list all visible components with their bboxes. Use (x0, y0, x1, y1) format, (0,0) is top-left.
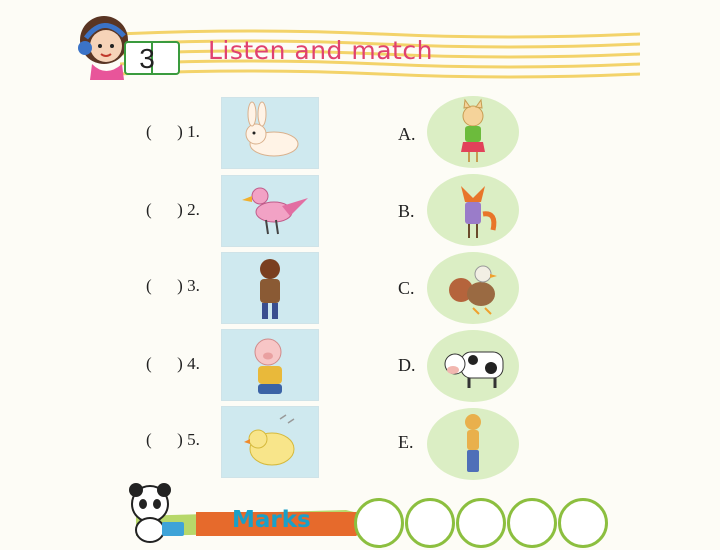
fox-picture (427, 174, 519, 246)
option-letter-a: A. (398, 124, 416, 144)
bird-picture (221, 175, 319, 247)
option-letter-d: D. (398, 355, 416, 375)
mark-circle-3[interactable] (456, 498, 506, 548)
rabbit-picture (221, 97, 319, 169)
horse-picture (221, 252, 319, 324)
option-letter-c: C. (398, 278, 415, 298)
page-title: Listen and match (208, 36, 433, 65)
option-letter-b: B. (398, 201, 415, 221)
pig-picture (221, 329, 319, 401)
dog-picture (427, 408, 519, 480)
mark-circle-2[interactable] (405, 498, 455, 548)
mark-circle-4[interactable] (507, 498, 557, 548)
cow-picture (427, 330, 519, 402)
chick-picture (221, 406, 319, 478)
cat-picture (427, 96, 519, 168)
answer-bracket-5[interactable]: ( ) 5. (146, 430, 200, 450)
mark-circle-5[interactable] (558, 498, 608, 548)
marks-label: Marks (232, 507, 311, 533)
answer-bracket-4[interactable]: ( ) 4. (146, 354, 200, 374)
panda-icon (129, 483, 184, 543)
answer-bracket-1[interactable]: ( ) 1. (146, 122, 200, 142)
answer-bracket-3[interactable]: ( ) 3. (146, 276, 200, 296)
option-letter-e: E. (398, 432, 414, 452)
section-number: 3 (139, 43, 155, 74)
turkey-duck-picture (427, 252, 519, 324)
mark-circle-1[interactable] (354, 498, 404, 548)
answer-bracket-2[interactable]: ( ) 2. (146, 200, 200, 220)
